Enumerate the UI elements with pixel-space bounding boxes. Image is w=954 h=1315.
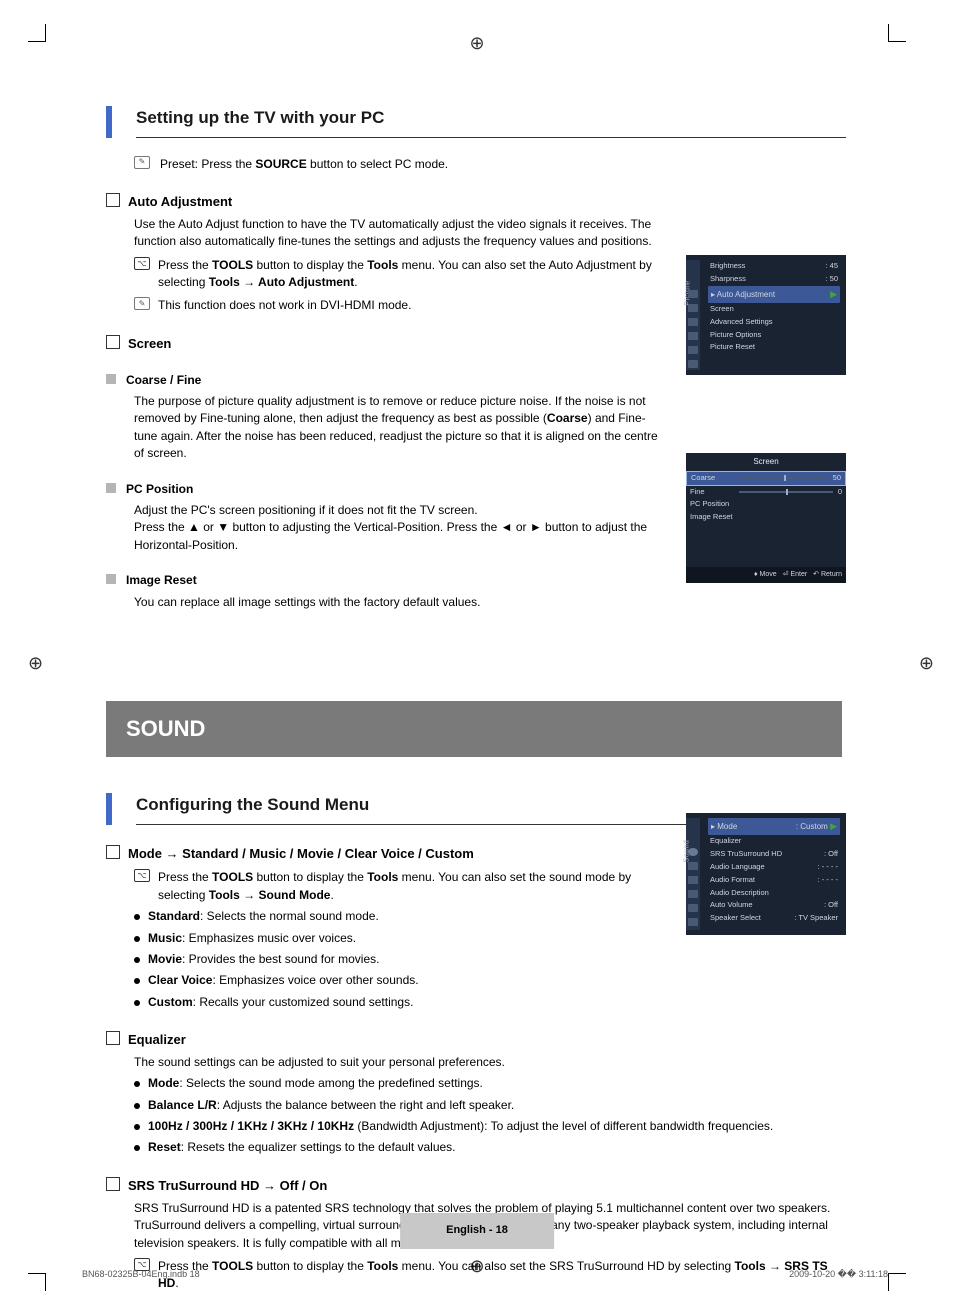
list-item: 100Hz / 300Hz / 1KHz / 3KHz / 10KHz (Ban… [148, 1118, 773, 1135]
list-item: Balance L/R: Adjusts the balance between… [148, 1097, 514, 1114]
meta-timestamp: 2009-10-20 �� 3:11:18 [789, 1268, 888, 1281]
subsection-title: Mode → Standard / Music / Movie / Clear … [128, 845, 474, 864]
bullet-icon [134, 1124, 140, 1130]
list-item: Music: Emphasizes music over voices. [148, 930, 356, 947]
square-bullet-icon [106, 483, 116, 493]
osd-sound-menu: Sound ▸ Mode: Custom ▶ EqualizerSRS TruS… [686, 813, 846, 935]
preset-note: Preset: Press the SOURCE button to selec… [160, 156, 448, 173]
note-icon: ✎ [134, 156, 150, 169]
body-text: Press the TOOLS button to display the To… [158, 257, 664, 292]
square-bullet-icon [106, 374, 116, 384]
list-item: Mode: Selects the sound mode among the p… [148, 1075, 483, 1092]
body-text: Press the TOOLS button to display the To… [158, 1258, 834, 1293]
list-item: Custom: Recalls your customized sound se… [148, 994, 413, 1011]
subsection-title: Auto Adjustment [128, 193, 232, 212]
item-title: PC Position [126, 481, 193, 498]
section-box-icon [106, 193, 120, 207]
section-box-icon [106, 335, 120, 349]
note-icon: ✎ [134, 297, 150, 310]
body-text: This function does not work in DVI-HDMI … [158, 297, 411, 314]
bullet-icon [134, 914, 140, 920]
crop-mark [888, 1273, 906, 1291]
registration-mark-icon: ⊕ [469, 30, 484, 56]
subsection-title: SRS TruSurround HD → Off / On [128, 1177, 327, 1196]
tools-icon: ⌥ [134, 257, 150, 270]
body-text: The purpose of picture quality adjustmen… [134, 393, 664, 463]
body-text: You can replace all image settings with … [134, 594, 664, 611]
osd-screen-menu: Screen Coarse50 Fine0 PC Position Image … [686, 453, 846, 583]
body-text: Use the Auto Adjust function to have the… [134, 216, 664, 251]
registration-mark-icon: ⊕ [28, 650, 43, 676]
meta-filename: BN68-02325B-04Eng.indb 18 [82, 1268, 200, 1281]
section-heading: Setting up the TV with your PC [136, 106, 846, 138]
bullet-icon [134, 1103, 140, 1109]
bullet-icon [134, 1000, 140, 1006]
square-bullet-icon [106, 574, 116, 584]
bullet-icon [134, 1145, 140, 1151]
list-item: Movie: Provides the best sound for movie… [148, 951, 379, 968]
list-item: Clear Voice: Emphasizes voice over other… [148, 972, 419, 989]
body-text: The sound settings can be adjusted to su… [134, 1054, 834, 1071]
crop-mark [888, 24, 906, 42]
section-box-icon [106, 1177, 120, 1191]
osd-picture-menu: Picture Brightness: 45 Sharpness: 50 ▸ A… [686, 255, 846, 375]
subsection-title: Screen [128, 335, 171, 354]
bullet-icon [134, 957, 140, 963]
page-footer: English - 18 [400, 1213, 554, 1249]
item-title: Image Reset [126, 572, 197, 589]
body-text: Press the TOOLS button to display the To… [158, 869, 664, 904]
bullet-icon [134, 978, 140, 984]
subsection-title: Equalizer [128, 1031, 186, 1050]
list-item: Standard: Selects the normal sound mode. [148, 908, 379, 925]
section-box-icon [106, 1031, 120, 1045]
body-text: Adjust the PC's screen positioning if it… [134, 502, 664, 554]
bullet-icon [134, 936, 140, 942]
tools-icon: ⌥ [134, 869, 150, 882]
bullet-icon [134, 1081, 140, 1087]
crop-mark [28, 1273, 46, 1291]
crop-mark [28, 24, 46, 42]
list-item: Reset: Resets the equalizer settings to … [148, 1139, 456, 1156]
registration-mark-icon: ⊕ [919, 650, 934, 676]
item-title: Coarse / Fine [126, 372, 201, 389]
section-box-icon [106, 845, 120, 859]
chapter-banner: SOUND [106, 701, 842, 757]
